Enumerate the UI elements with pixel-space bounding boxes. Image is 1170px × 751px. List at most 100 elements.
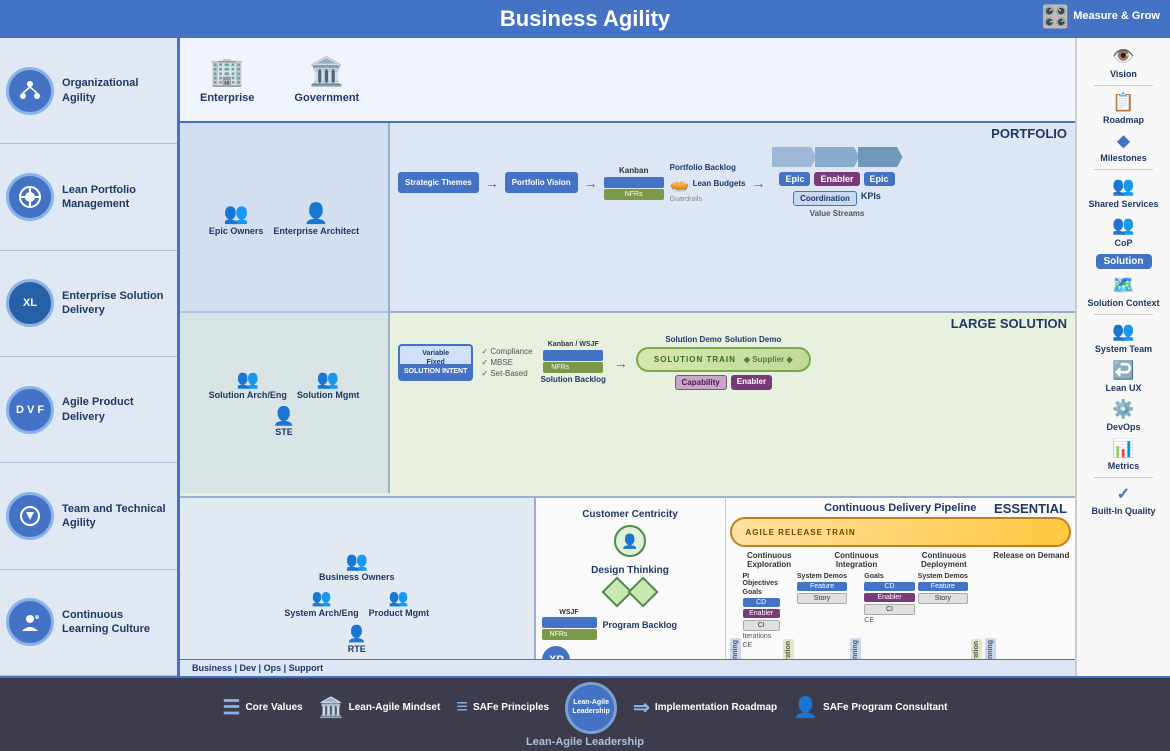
- comp-learning-culture[interactable]: Continuous Learning Culture: [0, 570, 177, 676]
- right-item-milestones[interactable]: ◆ Milestones: [1100, 131, 1147, 163]
- implementation-roadmap-label: Implementation Roadmap: [655, 702, 777, 713]
- lean-ux-label: Lean UX: [1105, 383, 1141, 393]
- art-pipeline-box: AGILE RELEASE TRAIN: [730, 517, 1072, 547]
- design-thinking-label: Design Thinking: [591, 565, 669, 576]
- portfolio-content: PORTFOLIO Strategic Themes → Portfolio V…: [390, 123, 1075, 311]
- comp-lean-portfolio[interactable]: Lean Portfolio Management: [0, 144, 177, 250]
- essential-roles: 👥 Business Owners 👥 System Arch/Eng 👥: [180, 498, 536, 659]
- comp-org-agility[interactable]: Organizational Agility: [0, 38, 177, 144]
- value-streams-label: Value Streams: [810, 209, 865, 218]
- business-ops-bar: Business | Dev | Ops | Support: [180, 659, 1075, 676]
- solution-train-label: SOLUTION TRAIN: [654, 355, 736, 364]
- right-item-roadmap[interactable]: 📋 Roadmap: [1103, 92, 1144, 125]
- arrow1: →: [485, 175, 499, 191]
- right-item-shared-services[interactable]: 👥 Shared Services: [1088, 176, 1158, 209]
- footer-safe-principles[interactable]: ≡ SAFe Principles: [456, 696, 549, 719]
- right-item-solution[interactable]: Solution: [1096, 254, 1152, 269]
- comp-icon-lpm: [6, 173, 54, 221]
- competencies-column: Organizational Agility Lean Portfolio Ma…: [0, 38, 180, 676]
- prog-k-row-nfr: NFRs: [542, 629, 597, 640]
- pi-planning-rotate-3: PI Planning: [985, 638, 996, 659]
- product-mgmt-item: 👥 Product Mgmt: [369, 588, 430, 618]
- sol-demo-row1: Solution Demo Solution Demo: [665, 335, 781, 344]
- comp-agile-product[interactable]: D V F Agile Product Delivery: [0, 357, 177, 463]
- right-item-vision[interactable]: 👁️ Vision: [1110, 46, 1137, 79]
- safe-principles-label: SAFe Principles: [473, 702, 549, 713]
- vs-arrows-row1: [772, 147, 903, 167]
- footer-safe-program-consultant[interactable]: 👤 SAFe Program Consultant: [793, 695, 947, 720]
- portfolio-backlog-label: Portfolio Backlog: [670, 163, 746, 172]
- business-owners-item: 👥 Business Owners: [319, 551, 395, 582]
- comp-icon-apd: D V F: [6, 386, 54, 434]
- customer-centricity-group: Customer Centricity 👤 Design Thinking: [542, 504, 719, 603]
- vs-arrow3: [858, 147, 903, 167]
- enterprise-gov-row: 🏢 Enterprise 🏛️ Government: [180, 38, 1075, 123]
- sys-arch-item: 👥 System Arch/Eng: [284, 588, 358, 618]
- shared-services-label: Shared Services: [1088, 199, 1158, 209]
- large-solution-roles: 👥 Solution Arch/Eng 👥 Solution Mgmt 👤 ST…: [180, 313, 390, 493]
- right-item-built-in-quality[interactable]: ✓ Built-In Quality: [1092, 484, 1156, 516]
- right-item-system-team[interactable]: 👥 System Team: [1095, 321, 1152, 354]
- divider3: [1094, 314, 1154, 315]
- metrics-label: Metrics: [1108, 461, 1140, 471]
- pi-objectives-label: PI Objectives: [743, 573, 780, 587]
- diamond2: [627, 576, 658, 607]
- system-demos-group: System Demos Feature Story: [797, 573, 847, 659]
- comp-team-tech[interactable]: Team and Technical Agility: [0, 463, 177, 569]
- ce-label-1: CE: [743, 642, 780, 649]
- footer-core-values[interactable]: ☰ Core Values: [223, 695, 303, 720]
- ls-enabler-tag: Enabler: [731, 375, 772, 390]
- pi-planning-rotate-1: PI Planning: [730, 638, 741, 659]
- epic-owners-item: 👥 Epic Owners: [209, 201, 264, 236]
- guardrails-label: Guardrails: [670, 196, 746, 203]
- pi-planning-rotate-2: PI Planning: [850, 638, 861, 659]
- right-item-solution-context[interactable]: 🗺️ Solution Context: [1088, 275, 1160, 308]
- solution-roles-top: 👥 Solution Arch/Eng 👥 Solution Mgmt: [209, 369, 360, 400]
- lean-agile-mindset-icon: 🏛️: [319, 695, 344, 720]
- lean-agile-leadership-circle[interactable]: Lean-AgileLeadership: [565, 682, 617, 734]
- capability-enabler-row: Capability Enabler: [675, 375, 773, 390]
- compliance-group: ✓ Compliance ✓ MBSE ✓ Set-Based: [481, 347, 532, 378]
- business-ops-label: Business | Dev | Ops | Support: [192, 663, 323, 673]
- comp-label-tta: Team and Technical Agility: [62, 502, 171, 531]
- enterprise-building-icon: 🏢: [210, 55, 245, 88]
- sol-demo-label1: Solution Demo: [665, 335, 721, 344]
- implementation-roadmap-icon: ⇒: [633, 695, 650, 720]
- art-label: AGILE RELEASE TRAIN: [746, 528, 856, 537]
- footer-implementation-roadmap[interactable]: ⇒ Implementation Roadmap: [633, 695, 777, 720]
- right-item-lean-ux[interactable]: ↩️ Lean UX: [1105, 360, 1141, 393]
- essential-right-content: ESSENTIAL Continuous Delivery Pipeline A…: [726, 498, 1076, 659]
- prog-kanban-stack: WSJF NFRs: [542, 609, 597, 640]
- milestones-icon: ◆: [1117, 131, 1129, 151]
- solution-intent-box: Variable Fixed SOLUTION INTENT: [398, 344, 473, 381]
- ls-kanban-row1: [543, 350, 603, 361]
- cont-deployment-label: Continuous Deployment: [904, 551, 983, 569]
- lean-ux-icon: ↩️: [1112, 360, 1134, 381]
- milestones-label: Milestones: [1100, 153, 1147, 163]
- vision-label: Vision: [1110, 69, 1137, 79]
- header-bar: Business Agility 🎛️ Measure & Grow: [0, 0, 1170, 38]
- business-owners-label: Business Owners: [319, 572, 395, 582]
- right-item-cop[interactable]: 👥 CoP: [1112, 215, 1134, 248]
- footer-lean-agile-mindset[interactable]: 🏛️ Lean-Agile Mindset: [319, 695, 441, 720]
- solution-badge: Solution: [1096, 254, 1152, 269]
- xp-icon: XP: [542, 646, 570, 659]
- system-demos-label: System Demos: [797, 573, 847, 580]
- prog-k-row1: [542, 617, 597, 628]
- portfolio-backlog-group: Portfolio Backlog 🥧 Lean Budgets Guardra…: [670, 163, 746, 203]
- comp-enterprise-solution[interactable]: XL Enterprise Solution Delivery: [0, 251, 177, 357]
- right-item-metrics[interactable]: 📊 Metrics: [1108, 438, 1140, 471]
- metrics-icon: 📊: [1112, 438, 1134, 459]
- roadmap-icon: 📋: [1112, 92, 1134, 113]
- program-backlog-group: WSJF NFRs Program Backlog: [542, 609, 719, 640]
- right-item-devops[interactable]: ⚙️ DevOps: [1106, 399, 1140, 432]
- footer-bar: ☰ Core Values 🏛️ Lean-Agile Mindset ≡ SA…: [0, 676, 1170, 751]
- customer-centricity-label: Customer Centricity: [582, 509, 678, 520]
- sys-arch-prod-group: 👥 System Arch/Eng 👥 Product Mgmt: [284, 588, 429, 618]
- epic-tag-2: Epic: [864, 172, 895, 186]
- roadmap-label: Roadmap: [1103, 115, 1144, 125]
- comp-icon-esd: XL: [6, 279, 54, 327]
- goals-label-2: Goals: [864, 573, 914, 580]
- iterations-label: Iterations: [743, 633, 780, 640]
- rte-item: 👤 RTE: [347, 624, 367, 654]
